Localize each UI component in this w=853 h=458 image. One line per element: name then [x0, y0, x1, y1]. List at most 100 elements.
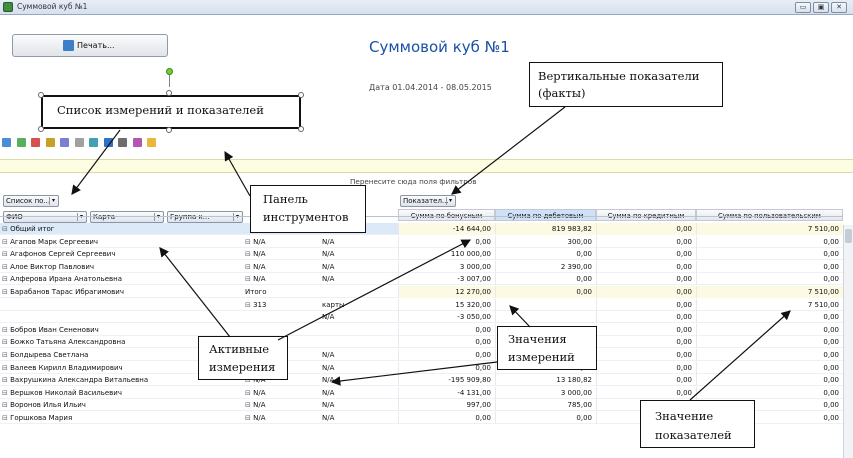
print-button[interactable]: Печать...	[12, 34, 168, 57]
expand-toggle-icon[interactable]: ⊟	[245, 275, 253, 283]
chart-icon[interactable]	[89, 138, 99, 147]
chevron-down-icon: ▾	[49, 197, 57, 205]
table-row[interactable]: ⊟ Агафонов Сергей Сергеевич ⊟ N/A N/A 110 0…	[0, 248, 843, 261]
expand-toggle-icon[interactable]: ⊟	[245, 389, 253, 397]
expand-toggle-icon[interactable]: ⊟	[2, 376, 10, 384]
row-group-cell: N/A	[322, 351, 335, 359]
resize-handle	[166, 127, 172, 133]
close-button[interactable]: ✕	[831, 2, 847, 13]
callout-toolbar: Панель инструментов	[250, 185, 366, 233]
expand-toggle-icon[interactable]: ⊟	[245, 250, 253, 258]
table-row[interactable]: N/A -3 050,00 0,00 0,00	[0, 311, 843, 324]
table-row[interactable]: ⊟ Агапов Марк Сергеевич ⊟ N/A N/A 0,00 300,0…	[0, 235, 843, 248]
expand-toggle-icon[interactable]: ⊟	[245, 301, 253, 309]
table-row[interactable]: ⊟ Барабанов Тарас Ибрагимович Итого 12 270…	[0, 286, 843, 298]
filter-bar[interactable]	[0, 159, 853, 173]
value-cell: 7 510,00	[696, 286, 843, 298]
scrollbar-thumb[interactable]	[845, 229, 852, 243]
value-cell: 0,00	[696, 374, 843, 387]
callout-measures-list: Список измерений и показателей	[41, 95, 301, 129]
value-cell	[495, 311, 596, 324]
expand-toggle-icon[interactable]: ⊟	[2, 389, 10, 397]
table-row[interactable]: ⊟ Вершков Николай Васильевич ⊟ N/A N/A -4 1…	[0, 386, 843, 399]
row-name-cell	[2, 311, 242, 323]
printer-icon	[63, 40, 74, 51]
grid-icon[interactable]	[16, 138, 26, 147]
expand-toggle-icon[interactable]: ⊟	[245, 414, 253, 422]
expand-toggle-icon[interactable]: ⊟	[2, 364, 10, 372]
connector-line	[169, 75, 170, 87]
row-group-cell	[322, 336, 396, 348]
expand-toggle-icon[interactable]: ⊟	[2, 263, 10, 271]
row-name-cell: ⊟ Алферова Ирана Анатольевна	[2, 275, 122, 284]
expand-toggle-icon[interactable]: ⊟	[2, 288, 10, 296]
value-cell	[495, 298, 596, 311]
row-group-cell: N/A	[322, 275, 335, 284]
layout-icon[interactable]	[2, 138, 11, 147]
row-group-cell: N/A	[322, 250, 335, 259]
expand-toggle-icon[interactable]: ⊟	[2, 275, 10, 283]
measures-list-button[interactable]: Список по... ▾	[3, 195, 59, 207]
value-cell: 0,00	[696, 323, 843, 336]
expand-toggle-icon[interactable]: ⊟	[245, 238, 253, 246]
row-card-cell: ⊟ N/A	[245, 414, 266, 422]
row-name-cell: ⊟ Воронов Илья Ильич	[2, 401, 86, 410]
value-cell: 3 000,00	[398, 260, 495, 273]
indicators-button[interactable]: Показател... ▾	[400, 195, 456, 207]
row-card-cell: ⊟ N/A	[245, 250, 266, 259]
value-cell: 2 390,00	[495, 260, 596, 273]
value-cell: 0,00	[596, 323, 696, 336]
value-cell: -195 909,80	[398, 374, 495, 387]
row-name-cell: ⊟ Алое Виктор Павлович	[2, 262, 95, 271]
link-icon[interactable]	[31, 138, 41, 147]
table-row[interactable]: ⊟ Алферова Ирана Анатольевна ⊟ N/A N/A -3 0…	[0, 273, 843, 286]
expand-toggle-icon[interactable]: ⊟	[245, 401, 253, 409]
green-handle-icon	[166, 68, 173, 75]
vertical-scrollbar[interactable]	[843, 225, 853, 458]
expand-toggle-icon[interactable]: ⊟	[2, 225, 10, 233]
row-group-cell: N/A	[322, 414, 335, 422]
row-card-cell: ⊟ N/A	[245, 275, 266, 284]
expand-toggle-icon[interactable]: ⊟	[2, 351, 10, 359]
dollar-icon[interactable]	[45, 138, 55, 147]
value-cell: 13 180,82	[495, 374, 596, 387]
value-cell: 0,00	[596, 248, 696, 261]
value-cell: 0,00	[495, 286, 596, 298]
row-card-cell: ⊟ 313	[245, 300, 267, 309]
resize-handle	[166, 90, 172, 96]
maximize-button[interactable]: ▣	[813, 2, 829, 13]
calendar-icon[interactable]	[132, 138, 142, 147]
grand-total-row[interactable]: ⊟ Общий итог -14 644,00 819 983,82 0,00 7 51…	[0, 223, 843, 235]
align-icon[interactable]	[74, 138, 84, 147]
table-row[interactable]: ⊟ Валеев Кирилл Владимирович⊟ N/AN/A0,00…	[0, 361, 843, 374]
expand-toggle-icon[interactable]: ⊟	[2, 250, 10, 258]
resize-handle	[298, 92, 304, 98]
value-cell: 0,00	[696, 386, 843, 399]
table-icon[interactable]	[103, 138, 113, 147]
table-row[interactable]: ⊟ Болдырева СветланаN/A0,000,000,000,00	[0, 349, 843, 361]
table-row[interactable]: ⊟ Бобров Иван Сененович 0,00 0,00 0,00	[0, 323, 843, 336]
expand-toggle-icon[interactable]: ⊟	[245, 263, 253, 271]
row-group-cell: N/A	[322, 262, 335, 271]
expand-toggle-icon[interactable]: ⊟	[2, 414, 10, 422]
row-card-cell: ⊟ N/A	[245, 237, 266, 246]
folder-icon[interactable]	[147, 138, 157, 147]
row-name-cell	[2, 299, 242, 311]
row-name-cell: ⊟ Агафонов Сергей Сергеевич	[2, 250, 116, 259]
expand-toggle-icon[interactable]: ⊟	[2, 326, 10, 334]
value-cell: 110 000,00	[398, 248, 495, 261]
value-cell: 0,00	[495, 248, 596, 261]
table-row[interactable]: ⊟ 313 карты 15 320,00 0,00 7 510,00	[0, 298, 843, 311]
value-cell: 0,00	[398, 235, 495, 248]
minimize-button[interactable]: ▭	[795, 2, 811, 13]
row-card-cell: ⊟ N/A	[245, 388, 266, 397]
table-row[interactable]: ⊟ Алое Виктор Павлович ⊟ N/A N/A 3 000,00 2 …	[0, 260, 843, 273]
expand-toggle-icon[interactable]: ⊟	[2, 238, 10, 246]
expand-toggle-icon[interactable]: ⊟	[2, 338, 10, 346]
table-row[interactable]: ⊟ Вахрушкина Александра Витальевна ⊟ N/A N…	[0, 374, 843, 387]
expand-toggle-icon[interactable]: ⊟	[2, 401, 10, 409]
sort-icon[interactable]	[60, 138, 70, 147]
filter-icon[interactable]	[118, 138, 128, 147]
value-cell: 0,00	[596, 235, 696, 248]
table-row[interactable]: ⊟ Божко Татьяна Александровна⊟ N/A0,000,…	[0, 336, 843, 349]
